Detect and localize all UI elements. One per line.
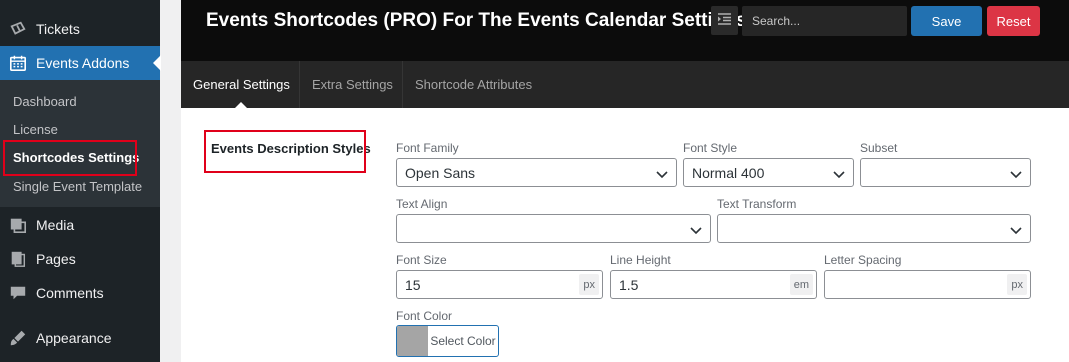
chevron-down-icon — [833, 167, 845, 183]
menu-label: Appearance — [36, 330, 112, 346]
chevron-down-icon — [1010, 167, 1022, 183]
calendar-icon — [0, 54, 36, 72]
letter-spacing-input[interactable]: px — [824, 270, 1031, 299]
expand-toggle-button[interactable] — [711, 6, 738, 35]
font-family-select[interactable]: Open Sans — [396, 158, 677, 187]
font-family-label: Font Family — [396, 141, 459, 155]
submenu-item-license[interactable]: License — [13, 122, 58, 137]
font-size-value: 15 — [405, 276, 421, 293]
letter-spacing-label: Letter Spacing — [824, 253, 902, 267]
select-color-button[interactable]: Select Color — [396, 325, 499, 357]
chevron-down-icon — [690, 223, 702, 239]
font-color-label: Font Color — [396, 309, 453, 323]
font-style-label: Font Style — [683, 141, 738, 155]
save-button[interactable]: Save — [911, 6, 982, 36]
font-style-select[interactable]: Normal 400 — [683, 158, 854, 187]
highlight-box — [3, 140, 137, 176]
font-family-value: Open Sans — [405, 164, 476, 181]
tab-divider — [299, 61, 300, 108]
menu-item-events-addons[interactable]: Events Addons — [0, 46, 161, 80]
comments-icon — [0, 284, 36, 302]
line-height-value: 1.5 — [619, 276, 639, 293]
submenu-item-single-event-template[interactable]: Single Event Template — [13, 179, 142, 194]
appearance-icon — [0, 329, 36, 347]
tab-shortcode-attributes[interactable]: Shortcode Attributes — [415, 61, 532, 108]
tab-general-settings[interactable]: General Settings — [193, 61, 290, 108]
text-transform-select[interactable] — [717, 214, 1031, 243]
menu-item-media[interactable]: Media — [0, 208, 160, 242]
line-height-label: Line Height — [610, 253, 671, 267]
menu-item-pages[interactable]: Pages — [0, 242, 160, 276]
font-size-input[interactable]: 15 px — [396, 270, 603, 299]
font-style-value: Normal 400 — [692, 164, 765, 181]
text-align-select[interactable] — [396, 214, 711, 243]
list-indent-icon — [718, 13, 731, 28]
settings-tabs: General Settings Extra Settings Shortcod… — [181, 61, 1069, 108]
media-icon — [0, 216, 36, 234]
menu-item-appearance[interactable]: Appearance — [0, 321, 160, 355]
settings-header: Events Shortcodes (PRO) For The Events C… — [181, 0, 1069, 61]
font-size-unit: px — [579, 274, 599, 295]
text-align-label: Text Align — [396, 197, 448, 211]
letter-spacing-unit: px — [1007, 274, 1027, 295]
submenu-item-dashboard[interactable]: Dashboard — [13, 94, 77, 109]
text-transform-label: Text Transform — [717, 197, 797, 211]
line-height-input[interactable]: 1.5 em — [610, 270, 817, 299]
menu-label: Comments — [36, 285, 104, 301]
select-color-label: Select Color — [430, 334, 496, 348]
menu-label: Media — [36, 217, 75, 233]
menu-item-comments[interactable]: Comments — [0, 276, 160, 310]
menu-label: Events Addons — [36, 55, 130, 71]
search-input[interactable] — [742, 6, 907, 36]
highlight-box — [204, 130, 366, 173]
menu-label: Pages — [36, 251, 76, 267]
menu-item-tickets[interactable]: Tickets — [0, 12, 160, 46]
page-title: Events Shortcodes (PRO) For The Events C… — [206, 10, 747, 31]
chevron-down-icon — [656, 167, 668, 183]
tickets-icon — [0, 20, 36, 38]
reset-button[interactable]: Reset — [987, 6, 1040, 36]
menu-label: Tickets — [36, 21, 80, 37]
line-height-unit: em — [789, 274, 813, 295]
admin-sidebar: Tickets Events Addons Dashboard License … — [0, 0, 161, 362]
pages-icon — [0, 250, 36, 268]
tab-extra-settings[interactable]: Extra Settings — [312, 61, 393, 108]
subset-label: Subset — [860, 141, 898, 155]
settings-panel: Events Shortcodes (PRO) For The Events C… — [181, 0, 1069, 362]
color-swatch — [397, 326, 428, 356]
font-size-label: Font Size — [396, 253, 447, 267]
tab-divider — [402, 61, 403, 108]
subset-select[interactable] — [860, 158, 1031, 187]
chevron-down-icon — [1010, 223, 1022, 239]
